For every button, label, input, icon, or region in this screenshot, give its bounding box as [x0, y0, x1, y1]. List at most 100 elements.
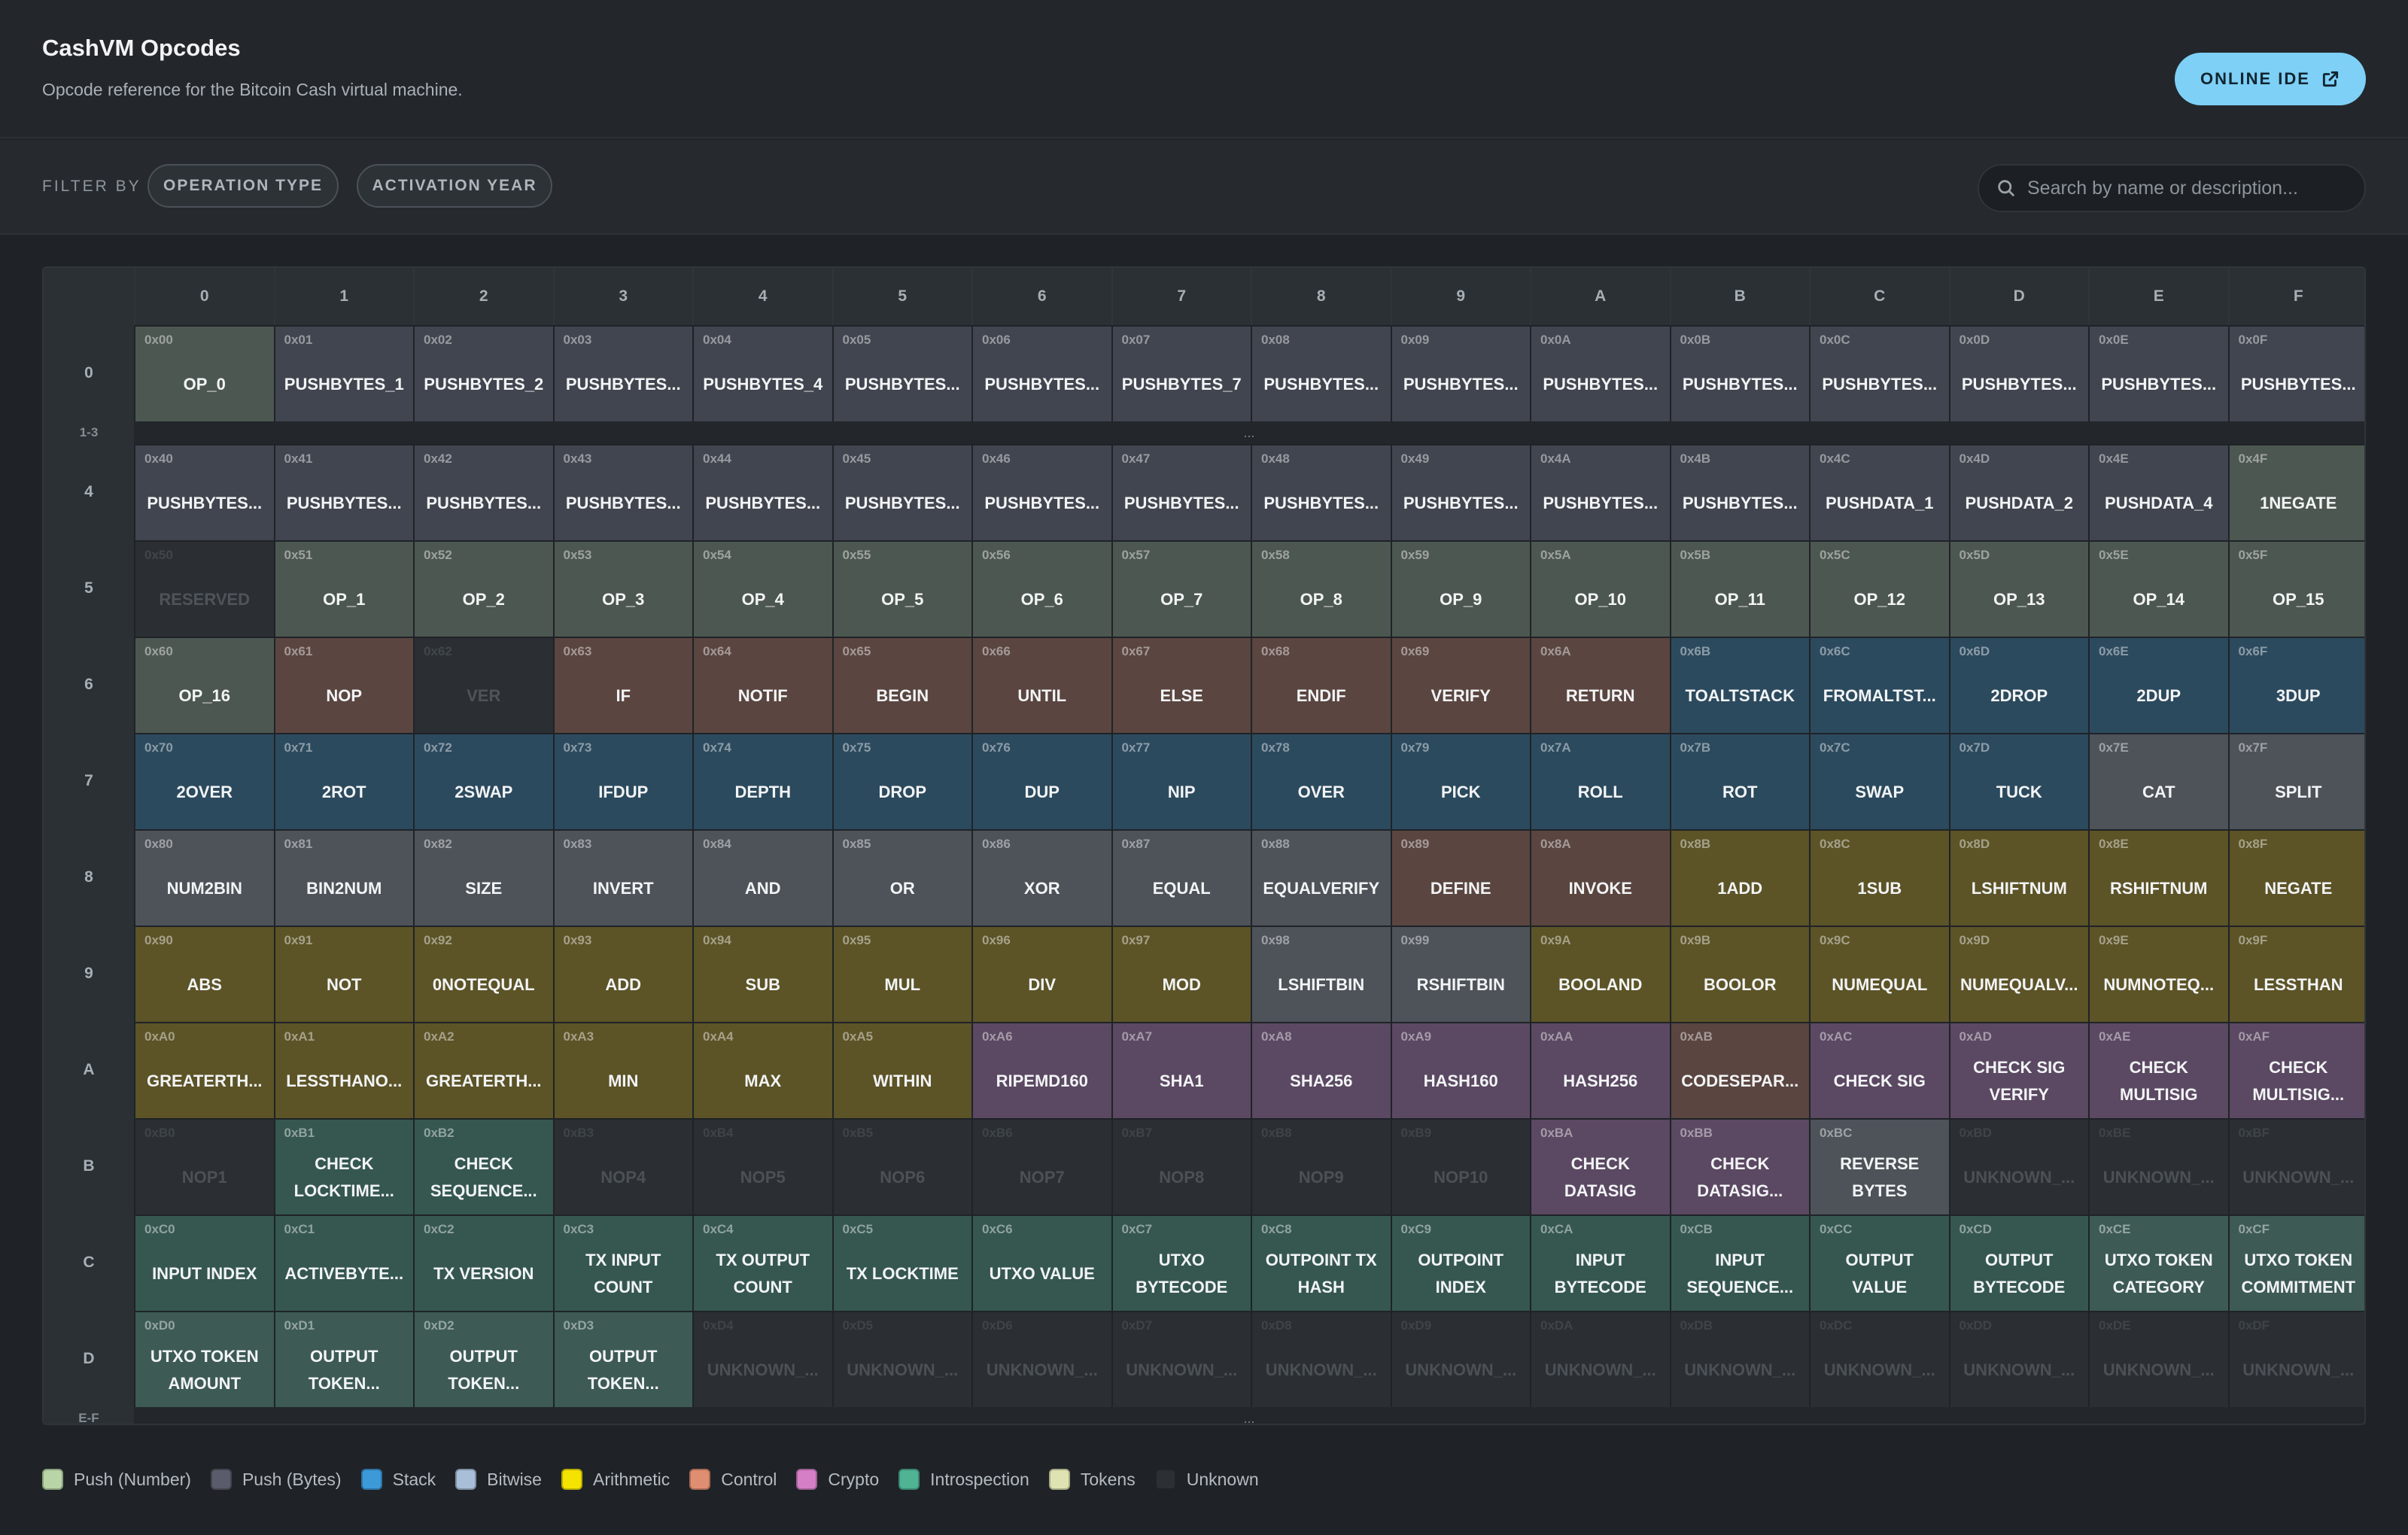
opcode-cell[interactable]: 0x64 NOTIF [692, 637, 832, 733]
opcode-cell[interactable]: 0x4A PUSHBYTES... [1530, 444, 1670, 540]
opcode-cell[interactable]: 0x5C OP_12 [1809, 540, 1949, 637]
opcode-cell[interactable]: 0x6B TOALTSTACK [1669, 637, 1809, 733]
opcode-cell[interactable]: 0xDF UNKNOWN_... [2227, 1311, 2364, 1407]
opcode-cell[interactable]: 0xCE UTXO TOKEN CATEGORY [2088, 1214, 2228, 1311]
opcode-cell[interactable]: 0xCC OUTPUT VALUE [1809, 1214, 1949, 1311]
opcode-cell[interactable]: 0xD7 UNKNOWN_... [1111, 1311, 1251, 1407]
opcode-cell[interactable]: 0xC2 TX VERSION [413, 1214, 553, 1311]
opcode-cell[interactable]: 0x6C FROMALTST... [1809, 637, 1949, 733]
opcode-cell[interactable]: 0x9A BOOLAND [1530, 926, 1670, 1022]
opcode-cell[interactable]: 0x05 PUSHBYTES... [832, 325, 971, 421]
opcode-cell[interactable]: 0x0D PUSHBYTES... [1948, 325, 2088, 421]
opcode-cell[interactable]: 0x43 PUSHBYTES... [552, 444, 692, 540]
opcode-cell[interactable]: 0x8F NEGATE [2227, 829, 2364, 926]
opcode-cell[interactable]: 0x87 EQUAL [1111, 829, 1251, 926]
opcode-cell[interactable]: 0x8A INVOKE [1530, 829, 1670, 926]
opcode-cell[interactable]: 0x67 ELSE [1111, 637, 1251, 733]
opcode-cell[interactable]: 0x9E NUMNOTEQ... [2088, 926, 2228, 1022]
opcode-cell[interactable]: 0x00 OP_0 [134, 325, 274, 421]
opcode-cell[interactable]: 0xA4 MAX [692, 1022, 832, 1118]
opcode-cell[interactable]: 0xDA UNKNOWN_... [1530, 1311, 1670, 1407]
opcode-cell[interactable]: 0x6D 2DROP [1948, 637, 2088, 733]
opcode-cell[interactable]: 0x95 MUL [832, 926, 971, 1022]
opcode-cell[interactable]: 0xDD UNKNOWN_... [1948, 1311, 2088, 1407]
opcode-cell[interactable]: 0xA6 RIPEMD160 [971, 1022, 1111, 1118]
opcode-cell[interactable]: 0x9B BOOLOR [1669, 926, 1809, 1022]
opcode-cell[interactable]: 0x91 NOT [273, 926, 413, 1022]
opcode-cell[interactable]: 0x65 BEGIN [832, 637, 971, 733]
opcode-cell[interactable]: 0x09 PUSHBYTES... [1390, 325, 1530, 421]
opcode-cell[interactable]: 0x42 PUSHBYTES... [413, 444, 553, 540]
opcode-cell[interactable]: 0x82 SIZE [413, 829, 553, 926]
opcode-cell[interactable]: 0xBB CHECK DATASIG... [1669, 1118, 1809, 1214]
search-box[interactable] [1978, 164, 2366, 212]
opcode-cell[interactable]: 0x76 DUP [971, 733, 1111, 829]
opcode-cell[interactable]: 0x97 MOD [1111, 926, 1251, 1022]
opcode-cell[interactable]: 0xB3 NOP4 [552, 1118, 692, 1214]
opcode-cell[interactable]: 0xCD OUTPUT BYTECODE [1948, 1214, 2088, 1311]
opcode-cell[interactable]: 0x01 PUSHBYTES_1 [273, 325, 413, 421]
opcode-cell[interactable]: 0xC6 UTXO VALUE [971, 1214, 1111, 1311]
opcode-cell[interactable]: 0x62 VER [413, 637, 553, 733]
opcode-cell[interactable]: 0xC1 ACTIVEBYTE... [273, 1214, 413, 1311]
opcode-cell[interactable]: 0x78 OVER [1251, 733, 1391, 829]
opcode-cell[interactable]: 0x93 ADD [552, 926, 692, 1022]
opcode-cell[interactable]: 0xA0 GREATERTH... [134, 1022, 274, 1118]
opcode-cell[interactable]: 0x5A OP_10 [1530, 540, 1670, 637]
opcode-cell[interactable]: 0x88 EQUALVERIFY [1251, 829, 1391, 926]
opcode-cell[interactable]: 0x0E PUSHBYTES... [2088, 325, 2228, 421]
opcode-cell[interactable]: 0xD0 UTXO TOKEN AMOUNT [134, 1311, 274, 1407]
opcode-cell[interactable]: 0x9F LESSTHAN [2227, 926, 2364, 1022]
opcode-cell[interactable]: 0x6F 3DUP [2227, 637, 2364, 733]
opcode-cell[interactable]: 0x4E PUSHDATA_4 [2088, 444, 2228, 540]
opcode-cell[interactable]: 0x03 PUSHBYTES... [552, 325, 692, 421]
opcode-cell[interactable]: 0x46 PUSHBYTES... [971, 444, 1111, 540]
opcode-cell[interactable]: 0x86 XOR [971, 829, 1111, 926]
opcode-cell[interactable]: 0xAF CHECK MULTISIG... [2227, 1022, 2364, 1118]
opcode-cell[interactable]: 0x81 BIN2NUM [273, 829, 413, 926]
opcode-cell[interactable]: 0x66 UNTIL [971, 637, 1111, 733]
opcode-cell[interactable]: 0x68 ENDIF [1251, 637, 1391, 733]
opcode-cell[interactable]: 0x60 OP_16 [134, 637, 274, 733]
opcode-cell[interactable]: 0x8B 1ADD [1669, 829, 1809, 926]
opcode-cell[interactable]: 0x0B PUSHBYTES... [1669, 325, 1809, 421]
opcode-cell[interactable]: 0xD1 OUTPUT TOKEN... [273, 1311, 413, 1407]
opcode-cell[interactable]: 0x85 OR [832, 829, 971, 926]
opcode-cell[interactable]: 0x72 2SWAP [413, 733, 553, 829]
opcode-cell[interactable]: 0x90 ABS [134, 926, 274, 1022]
opcode-cell[interactable]: 0xA3 MIN [552, 1022, 692, 1118]
opcode-cell[interactable]: 0xD8 UNKNOWN_... [1251, 1311, 1391, 1407]
opcode-cell[interactable]: 0x73 IFDUP [552, 733, 692, 829]
opcode-cell[interactable]: 0xD6 UNKNOWN_... [971, 1311, 1111, 1407]
opcode-cell[interactable]: 0xA9 HASH160 [1390, 1022, 1530, 1118]
opcode-cell[interactable]: 0xB2 CHECK SEQUENCE... [413, 1118, 553, 1214]
opcode-cell[interactable]: 0xA8 SHA256 [1251, 1022, 1391, 1118]
opcode-cell[interactable]: 0x98 LSHIFTBIN [1251, 926, 1391, 1022]
opcode-cell[interactable]: 0xA5 WITHIN [832, 1022, 971, 1118]
opcode-cell[interactable]: 0x53 OP_3 [552, 540, 692, 637]
opcode-cell[interactable]: 0xAB CODESEPAR... [1669, 1022, 1809, 1118]
opcode-cell[interactable]: 0x51 OP_1 [273, 540, 413, 637]
opcode-cell[interactable]: 0x47 PUSHBYTES... [1111, 444, 1251, 540]
opcode-cell[interactable]: 0x55 OP_5 [832, 540, 971, 637]
opcode-cell[interactable]: 0x4F 1NEGATE [2227, 444, 2364, 540]
opcode-cell[interactable]: 0x52 OP_2 [413, 540, 553, 637]
opcode-cell[interactable]: 0xBD UNKNOWN_... [1948, 1118, 2088, 1214]
opcode-cell[interactable]: 0x6A RETURN [1530, 637, 1670, 733]
opcode-cell[interactable]: 0xBF UNKNOWN_... [2227, 1118, 2364, 1214]
opcode-cell[interactable]: 0xA2 GREATERTH... [413, 1022, 553, 1118]
opcode-cell[interactable]: 0xAD CHECK SIG VERIFY [1948, 1022, 2088, 1118]
opcode-cell[interactable]: 0x8D LSHIFTNUM [1948, 829, 2088, 926]
opcode-cell[interactable]: 0x4B PUSHBYTES... [1669, 444, 1809, 540]
opcode-cell[interactable]: 0x0F PUSHBYTES... [2227, 325, 2364, 421]
opcode-cell[interactable]: 0xB8 NOP9 [1251, 1118, 1391, 1214]
opcode-cell[interactable]: 0xBE UNKNOWN_... [2088, 1118, 2228, 1214]
opcode-cell[interactable]: 0x59 OP_9 [1390, 540, 1530, 637]
opcode-cell[interactable]: 0xB4 NOP5 [692, 1118, 832, 1214]
opcode-cell[interactable]: 0x06 PUSHBYTES... [971, 325, 1111, 421]
opcode-cell[interactable]: 0x5D OP_13 [1948, 540, 2088, 637]
opcode-cell[interactable]: 0x84 AND [692, 829, 832, 926]
opcode-cell[interactable]: 0x74 DEPTH [692, 733, 832, 829]
opcode-cell[interactable]: 0xC0 INPUT INDEX [134, 1214, 274, 1311]
opcode-cell[interactable]: 0x41 PUSHBYTES... [273, 444, 413, 540]
